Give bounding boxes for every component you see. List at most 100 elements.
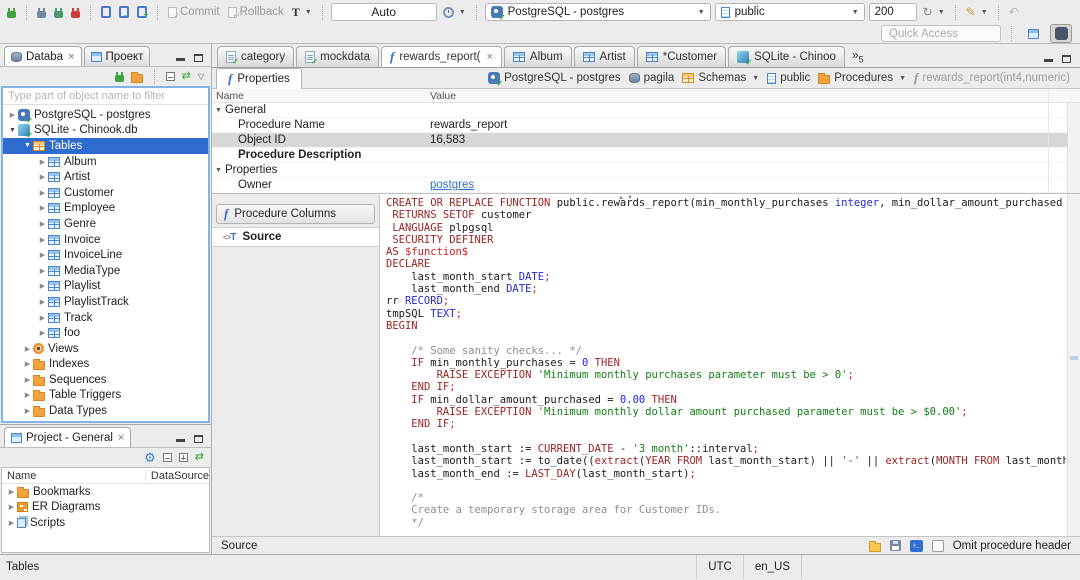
open-file-icon[interactable] (868, 540, 881, 552)
open-sql-script-button[interactable]: → (117, 5, 131, 19)
fetch-size-input[interactable]: 200 (868, 3, 917, 21)
tree-item-playlist[interactable]: ▶ Playlist (3, 279, 208, 295)
expand-arrow-icon[interactable]: ▶ (37, 173, 48, 181)
property-row-properties[interactable]: ▼ Properties (212, 163, 1080, 178)
schema-combo[interactable]: public ▼ (714, 3, 865, 21)
project-item-er-diagrams[interactable]: ▶ ER Diagrams (2, 500, 209, 516)
tree-item-invoice[interactable]: ▶ Invoice (3, 232, 208, 248)
tree-item-album[interactable]: ▶ Album (3, 154, 208, 170)
side-tab-source[interactable]: Source (212, 227, 379, 247)
tree-item-customer[interactable]: ▶ Customer (3, 185, 208, 201)
tree-item-employee[interactable]: ▶ Employee (3, 201, 208, 217)
source-code[interactable]: CREATE OR REPLACE FUNCTION public.reward… (386, 197, 1066, 536)
tree-item-foo[interactable]: ▶ foo (3, 325, 208, 341)
tab-customer[interactable]: *Customer (636, 46, 727, 67)
tree-item-postgresql-postgres[interactable]: ▶ PostgreSQL - postgres (3, 107, 208, 125)
tab-sqlite-chinoo[interactable]: SQLite - Chinoo (728, 46, 845, 67)
tree-item-playlisttrack[interactable]: ▶ PlaylistTrack (3, 294, 208, 310)
column-header-name[interactable]: Name (2, 469, 146, 482)
dbeaver-perspective-button[interactable] (1050, 24, 1072, 43)
minimize-icon[interactable] (176, 57, 185, 61)
tree-item-indexes[interactable]: ▶ Indexes (3, 357, 208, 373)
property-row-object-id[interactable]: Object ID 16,583 (212, 133, 1080, 148)
console-icon[interactable]: ›_ (909, 539, 923, 552)
new-connection-button[interactable] (5, 6, 18, 19)
project-item-scripts[interactable]: ▶ Scripts (2, 515, 209, 531)
maximize-icon[interactable] (194, 435, 203, 443)
tab-category[interactable]: category (217, 46, 295, 67)
tree-item-data-types[interactable]: ▶ Data Types (3, 403, 208, 419)
tab-album[interactable]: Album (503, 46, 572, 67)
expand-arrow-icon[interactable]: ▼ (7, 127, 18, 134)
expand-arrow-icon[interactable]: ▼ (215, 167, 224, 174)
collapse-all-icon[interactable] (165, 72, 175, 81)
grid-column-value[interactable]: Value (430, 90, 456, 102)
tree-item-track[interactable]: ▶ Track (3, 310, 208, 326)
property-row-procedure-name[interactable]: Procedure Name rewards_report (212, 118, 1080, 133)
tab-project-general[interactable]: Project - General × (4, 427, 132, 447)
timezone-indicator[interactable]: UTC (696, 555, 743, 579)
auto-refresh-button[interactable]: ↻ ▼ (921, 5, 947, 19)
transaction-history-button[interactable]: ▼ (441, 6, 468, 19)
link-with-editor-icon[interactable]: ⇄ (195, 452, 204, 463)
tab-rewards-report[interactable]: rewards_report(× (380, 46, 502, 67)
transaction-mode-combo[interactable]: Auto (330, 3, 437, 21)
expand-arrow-icon[interactable]: ▶ (37, 204, 48, 212)
tree-item-table-triggers[interactable]: ▶ Table Triggers (3, 388, 208, 404)
property-row-procedure-description[interactable]: Procedure Description (212, 148, 1080, 163)
breadcrumb-item-pagila[interactable]: pagila (628, 72, 674, 84)
expand-arrow-icon[interactable]: ▶ (37, 220, 48, 228)
breadcrumb-item-rewards-report-int4-numeric[interactable]: rewards_report(int4,numeric) (914, 71, 1070, 85)
expand-arrow-icon[interactable]: ▶ (37, 158, 48, 166)
new-sql-script-button[interactable]: + (135, 5, 149, 19)
expand-arrow-icon[interactable]: ▶ (37, 282, 48, 290)
tree-item-sqlite-chinook-db[interactable]: ▼ SQLite - Chinook.db (3, 123, 208, 140)
tree-item-artist[interactable]: ▶ Artist (3, 169, 208, 185)
transaction-log-button[interactable]: T ▼ (290, 4, 314, 21)
expand-arrow-icon[interactable]: ▶ (37, 314, 48, 322)
connect-button[interactable] (35, 6, 48, 19)
disconnect-button[interactable] (69, 6, 82, 19)
tree-item-invoiceline[interactable]: ▶ InvoiceLine (3, 247, 208, 263)
tree-item-genre[interactable]: ▶ Genre (3, 216, 208, 232)
rollback-button[interactable]: ↩ Rollback (226, 5, 286, 19)
new-connection-icon[interactable] (114, 72, 124, 82)
collapse-all-icon[interactable] (162, 453, 172, 462)
expand-arrow-icon[interactable]: ▶ (37, 267, 48, 275)
column-header-datasource[interactable]: DataSource (146, 470, 209, 482)
code-overview-ruler[interactable] (1067, 194, 1080, 536)
expand-arrow-icon[interactable]: ▶ (22, 345, 33, 353)
tab-database-navigator[interactable]: Databa × (4, 46, 82, 66)
commit-button[interactable]: ✓ Commit (166, 5, 222, 19)
omit-procedure-header-checkbox[interactable] (931, 539, 944, 552)
tab-projects[interactable]: Проект (83, 46, 151, 66)
reconnect-button[interactable] (52, 6, 65, 19)
expand-arrow-icon[interactable]: ▶ (22, 360, 33, 368)
project-item-bookmarks[interactable]: ▶ Bookmarks (2, 484, 209, 500)
breadcrumb-item-schemas[interactable]: Schemas ▼ (682, 72, 759, 84)
expand-arrow-icon[interactable]: ▼ (22, 142, 33, 149)
expand-arrow-icon[interactable]: ▶ (22, 407, 33, 415)
gear-icon[interactable]: ⚙ (144, 451, 156, 464)
expand-arrow-icon[interactable]: ▶ (22, 376, 33, 384)
expand-arrow-icon[interactable]: ▶ (37, 251, 48, 259)
tab-artist[interactable]: Artist (573, 46, 635, 67)
tree-item-mediatype[interactable]: ▶ MediaType (3, 263, 208, 279)
close-icon[interactable]: × (486, 51, 492, 63)
link-with-editor-icon[interactable]: ⇄ (182, 71, 191, 82)
chevron-down-icon[interactable]: ▼ (752, 75, 759, 82)
breadcrumb-item-public[interactable]: public (767, 72, 810, 84)
grid-column-name[interactable]: Name (212, 90, 430, 102)
filter-input[interactable]: Type part of object name to filter (3, 88, 208, 105)
expand-arrow-icon[interactable]: ▶ (37, 189, 48, 197)
source-editor[interactable]: ▲ ▼ CREATE OR REPLACE FUNCTION public.rew… (380, 194, 1080, 536)
tree-item-sequences[interactable]: ▶ Sequences (3, 372, 208, 388)
maximize-icon[interactable] (194, 54, 203, 62)
close-icon[interactable]: × (68, 51, 74, 63)
side-tab-procedure-columns[interactable]: Procedure Columns (216, 204, 375, 224)
view-menu-icon[interactable]: ▽ (198, 72, 204, 81)
save-icon[interactable] (889, 540, 901, 551)
expand-arrow-icon[interactable]: ▼ (215, 107, 224, 114)
tree-item-views[interactable]: ▶ Views (3, 341, 208, 357)
close-icon[interactable]: × (118, 432, 124, 444)
